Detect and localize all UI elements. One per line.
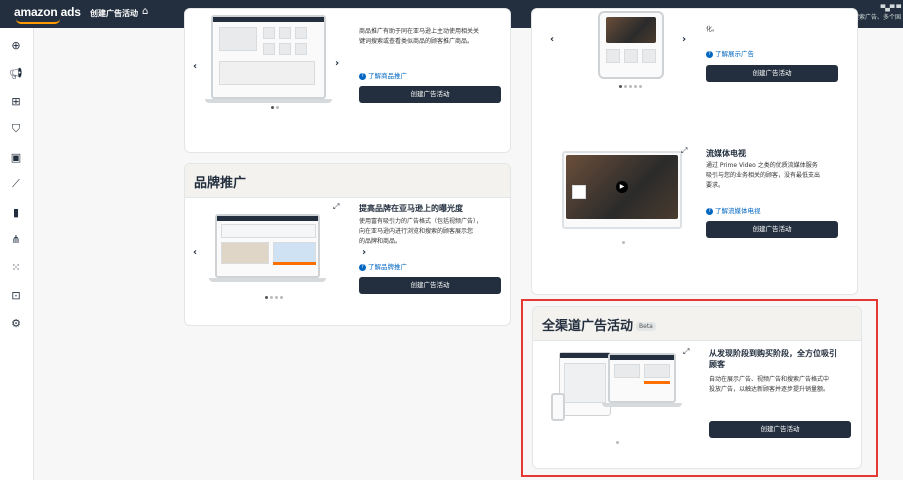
account-name: ▀▄▀ ▀ (880, 5, 901, 12)
grid-icon[interactable]: ⊞ (9, 94, 23, 108)
display-and-streaming-card: ‹ › 化。 ? 了解展示广告 创建广告活动 ▶ ⤢ 流媒体电视 通过 Prime… (531, 8, 858, 295)
plus-icon[interactable]: ⊕ (9, 38, 23, 52)
display-ads-description: 化。 (706, 26, 719, 33)
left-nav-rail: ⊕ 📢︎ ⊞ ⛉ ▣ ⟋ ▮ ⋔ ⁙ ⊡ ⚙ (0, 28, 34, 480)
home-icon[interactable]: ⌂ (142, 6, 148, 17)
brand-card-title: 品牌推广 (194, 176, 247, 191)
gear-icon[interactable]: ⚙ (9, 316, 23, 330)
page-title: 创建广告活动 (90, 9, 138, 18)
carousel-next-icon[interactable]: › (335, 58, 339, 69)
carousel-prev-icon[interactable]: ‹ (193, 247, 197, 258)
display-ads-preview-image (598, 11, 664, 79)
brand-feature-title: 提高品牌在亚马逊上的曝光度 (359, 204, 463, 213)
learn-brand-ads-link[interactable]: ? 了解品牌推广 (359, 261, 407, 271)
create-product-campaign-button[interactable]: 创建广告活动 (359, 86, 501, 103)
create-display-campaign-button[interactable]: 创建广告活动 (706, 65, 838, 82)
shield-icon[interactable]: ⛉ (9, 122, 23, 136)
carousel-next-icon[interactable]: › (362, 247, 366, 258)
streaming-tv-title: 流媒体电视 (706, 149, 746, 158)
smile-icon (16, 19, 60, 24)
sponsored-products-card: ‹ › 商品推广有助于同在亚马逊上主动使用相关关 键词搜索或查看类似商品的顾客推广… (184, 8, 511, 153)
create-streaming-campaign-button[interactable]: 创建广告活动 (706, 221, 838, 238)
briefcase-icon[interactable]: ⊡ (9, 288, 23, 302)
carousel-dots[interactable] (271, 106, 279, 109)
expand-icon[interactable]: ⤢ (681, 146, 687, 156)
learn-streaming-tv-link[interactable]: ? 了解流媒体电视 (706, 205, 761, 215)
amazon-ads-logo[interactable]: amazon ads (14, 5, 81, 24)
streaming-tv-preview-image: ▶ (562, 151, 682, 229)
question-icon: ? (359, 72, 366, 80)
question-icon: ? (706, 50, 713, 58)
expand-icon[interactable]: ⤢ (333, 202, 339, 212)
line-chart-icon[interactable]: ⟋ (9, 177, 23, 191)
network-icon[interactable]: ⋔ (9, 232, 23, 246)
question-icon: ? (359, 263, 366, 271)
highlight-frame (521, 299, 878, 477)
streaming-tv-description: 通过 Prime Video 之类的优质流媒体服务 吸引与您的业务相关的顾客，没有… (706, 162, 821, 189)
account-marketplace: 搜索广告、多个国 (852, 14, 901, 21)
carousel-prev-icon[interactable]: ‹ (550, 34, 554, 45)
create-brand-campaign-button[interactable]: 创建广告活动 (359, 277, 501, 294)
brand-ads-preview-image (209, 214, 326, 282)
card-header: 品牌推广 (185, 164, 510, 198)
product-ads-preview-image (205, 15, 332, 103)
bar-chart-icon[interactable]: ▮ (9, 205, 23, 219)
account-switcher[interactable]: ▀▄▀ ▀ 搜索广告、多个国 (853, 4, 901, 22)
question-icon: ? (706, 207, 713, 215)
learn-display-ads-link[interactable]: ? 了解展示广告 (706, 48, 754, 58)
apps-icon[interactable]: ⁙ (9, 260, 23, 274)
play-icon[interactable]: ▶ (616, 181, 628, 193)
image-icon[interactable]: ▣ (9, 150, 23, 164)
carousel-dots[interactable] (622, 241, 625, 244)
sponsored-brands-card: 品牌推广 ‹ ⤢ › 提高品牌在亚马逊上的曝光度 使用富有吸引力的广告格式（包括… (184, 163, 511, 326)
learn-product-ads-link[interactable]: ? 了解商品推广 (359, 70, 407, 80)
megaphone-icon[interactable]: 📢︎ (9, 66, 23, 80)
brand-text: amazon ads (14, 5, 81, 19)
carousel-prev-icon[interactable]: ‹ (193, 61, 197, 72)
product-ads-description: 商品推广有助于同在亚马逊上主动使用相关关 键词搜索或查看类似商品的顾客推广商品。 (359, 28, 480, 45)
carousel-next-icon[interactable]: › (682, 34, 686, 45)
carousel-dots[interactable] (265, 296, 283, 299)
carousel-dots[interactable] (619, 85, 642, 88)
brand-ads-description: 使用富有吸引力的广告格式（包括视频广告）， 向在亚马逊内进行浏览和搜索的顾客展示您… (359, 218, 483, 245)
